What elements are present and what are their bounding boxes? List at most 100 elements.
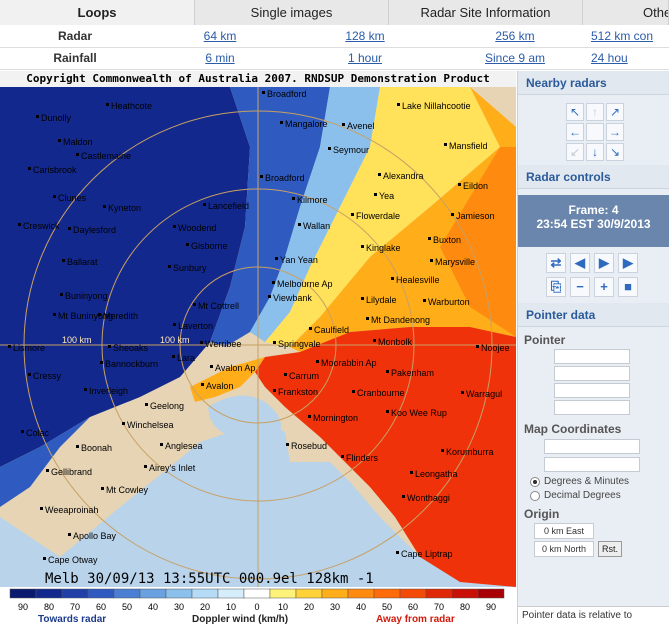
rainfall-link-24hour[interactable]: 24 hou [591,51,628,65]
legend-tick-label: 70 [434,602,444,612]
place-marker [144,465,147,468]
place-label: Boonah [81,443,112,453]
legend-swatch [217,588,245,599]
side-panel: Nearby radars ↖ ↑ ↗ ← → ↙ ↓ ↘ Radar cont… [517,71,669,624]
place-marker [386,410,389,413]
arrow-southeast-icon[interactable]: ↘ [606,143,624,161]
rainfall-link-since9am[interactable]: Since 9 am [485,51,545,65]
place-label: Lismore [13,343,45,353]
place-marker [76,445,79,448]
radar-link-512km[interactable]: 512 km con [591,29,653,43]
place-marker [268,295,271,298]
step-forward-icon[interactable]: ▶ [594,253,614,273]
step-back-icon[interactable]: ◀ [570,253,590,273]
legend-swatch [347,588,375,599]
slower-icon[interactable]: − [570,277,590,297]
place-marker [53,313,56,316]
arrow-west-icon[interactable]: ← [566,123,584,141]
stop-icon[interactable]: ■ [618,277,638,297]
place-marker [193,303,196,306]
arrow-south-icon[interactable]: ↓ [586,143,604,161]
place-marker [308,415,311,418]
place-marker [210,365,213,368]
range-label-inner: 100 km [160,335,190,345]
place-marker [36,115,39,118]
legend-swatch [399,588,427,599]
arrow-east-icon[interactable]: → [606,123,624,141]
reset-button[interactable]: Rst. [598,541,623,557]
swap-icon[interactable]: ⇄ [546,253,566,273]
place-marker [352,390,355,393]
radar-link-64km[interactable]: 64 km [204,29,237,43]
place-marker [461,391,464,394]
place-label: Gisborne [191,241,228,251]
center-icon [586,123,604,141]
place-label: Caulfield [314,325,349,335]
rainfall-link-6min[interactable]: 6 min [205,51,234,65]
legend-swatch [191,588,219,599]
rainfall-link-1hour[interactable]: 1 hour [348,51,382,65]
print-icon[interactable]: ⎘ [546,277,566,297]
place-label: Geelong [150,401,184,411]
radar-link-256km[interactable]: 256 km [495,29,534,43]
radio-degrees-minutes[interactable]: Degrees & Minutes [518,473,669,487]
legend-tick-label: 40 [148,602,158,612]
place-marker [76,153,79,156]
place-label: Korumburra [446,447,494,457]
legend-swatch [243,588,271,599]
place-label: Creswick [23,221,60,231]
place-label: Lancefield [208,201,249,211]
frame-display: Frame: 4 23:54 EST 30/9/2013 [518,195,669,247]
place-marker [101,487,104,490]
legend-tick-label: 50 [122,602,132,612]
legend-tick-label: 50 [382,602,392,612]
legend-tick-label: 40 [356,602,366,612]
radio-decimal-degrees-label: Decimal Degrees [544,490,621,501]
place-label: Mt Cowley [106,485,149,495]
place-label: Yan Yean [280,255,318,265]
legend-tick-label: 20 [200,602,210,612]
place-label: Clunes [58,193,87,203]
arrow-northeast-icon[interactable]: ↗ [606,103,624,121]
place-marker [286,443,289,446]
radar-image[interactable]: Copyright Commonwealth of Australia 2007… [0,71,516,625]
faster-icon[interactable]: + [594,277,614,297]
radio-degrees-minutes-dot[interactable] [530,476,540,487]
place-label: Weeaproinah [45,505,98,515]
legend-swatch [87,588,115,599]
place-label: Buninyong [65,291,108,301]
place-marker [386,370,389,373]
place-marker [62,259,65,262]
arrow-northwest-icon[interactable]: ↖ [566,103,584,121]
legend-tick-label: 20 [304,602,314,612]
place-label: Wallan [303,221,330,231]
place-marker [173,225,176,228]
place-label: Kinglake [366,243,401,253]
tab-loops[interactable]: Loops [0,0,195,25]
place-label: Woodend [178,223,216,233]
origin-east-row: 0 km East [518,521,669,539]
place-marker [284,373,287,376]
play-icon[interactable]: ▶ [618,253,638,273]
origin-east-input[interactable]: 0 km East [534,523,594,539]
place-label: Springvale [278,339,321,349]
place-label: Avalon Ap [215,363,255,373]
legend-tick-label: 80 [44,602,54,612]
legend-towards-label: Towards radar [38,614,106,624]
origin-north-input[interactable]: 0 km North [534,541,594,557]
rainfall-row: Rainfall 6 min 1 hour Since 9 am 24 hou [0,47,669,70]
rainfall-label: Rainfall [0,47,150,70]
radar-label: Radar [0,25,150,48]
place-label: Anglesea [165,441,203,451]
tab-single-images[interactable]: Single images [195,0,389,25]
radar-link-128km[interactable]: 128 km [345,29,384,43]
place-marker [53,195,56,198]
radio-decimal-degrees[interactable]: Decimal Degrees [518,487,669,501]
tab-radar-site-information[interactable]: Radar Site Information [389,0,583,25]
radar-map[interactable]: 100 km 100 km Dunolly Heathcote Broadford L… [0,87,516,587]
radar-footer-info: Melb 30/09/13 13:55UTC 000.9el 128km -1 [45,571,374,587]
radio-decimal-degrees-dot[interactable] [530,490,540,501]
place-marker [410,471,413,474]
tab-other[interactable]: Othe [583,0,669,25]
place-label: Castlemaine [81,151,131,161]
